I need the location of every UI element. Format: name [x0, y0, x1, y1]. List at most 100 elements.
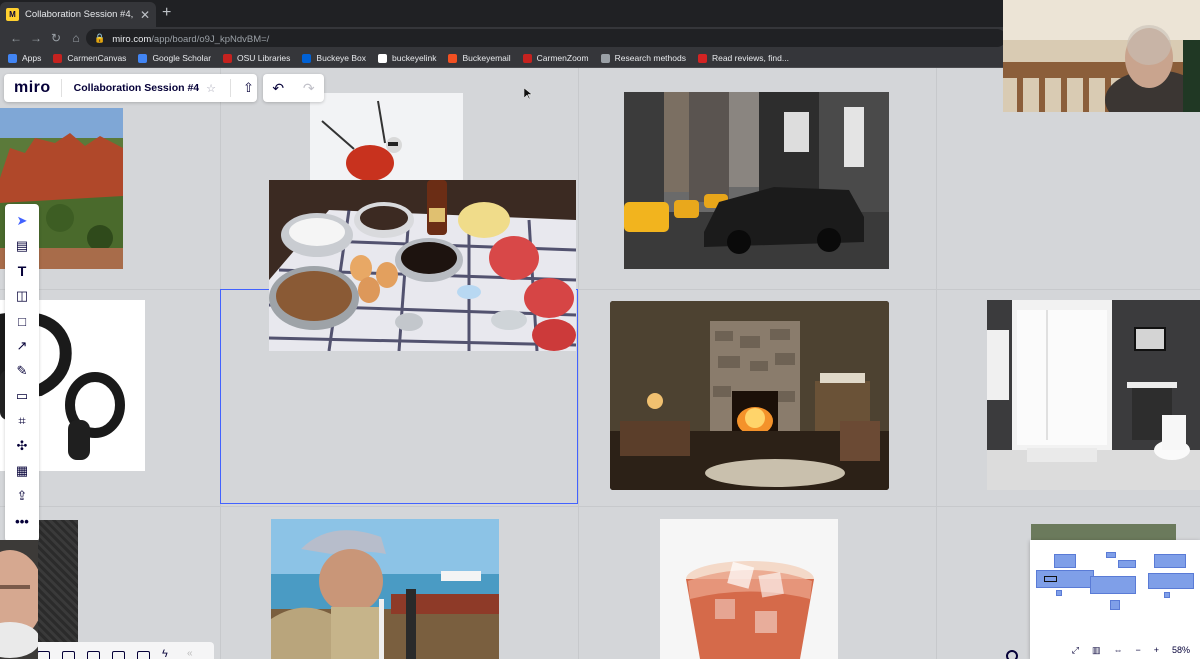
bookmark-favicon-icon	[378, 53, 388, 63]
url-field[interactable]: 🔒 miro.com/app/board/o9J_kpNdvBM=/	[86, 29, 1006, 47]
webcam-participant-top	[1003, 0, 1200, 112]
zoom-out-icon[interactable]: −	[1135, 645, 1140, 655]
bookmark-favicon-icon	[600, 53, 610, 63]
minimap-frame	[1110, 600, 1120, 610]
webcam-participant-left	[0, 540, 38, 659]
dark-texture-photo[interactable]	[38, 520, 78, 659]
fit-screen-icon[interactable]: ⤢	[1072, 645, 1079, 656]
undo-icon[interactable]: ↶	[272, 80, 284, 97]
new-tab-icon[interactable]: +	[162, 4, 171, 22]
bookmark-label: OSU Libraries	[237, 53, 291, 63]
forward-arrow-icon[interactable]: →	[26, 31, 46, 45]
select-cursor-icon[interactable]: ➤	[5, 210, 39, 232]
table-icon[interactable]: ▦	[5, 460, 39, 482]
kanban-icon[interactable]	[112, 651, 125, 659]
notes-icon[interactable]	[62, 651, 75, 659]
bookmark-favicon-icon	[448, 53, 458, 63]
pen-icon[interactable]: ✎	[5, 360, 39, 382]
bookmark-favicon-icon	[697, 53, 707, 63]
help-icon[interactable]	[1006, 650, 1018, 659]
minimap-frame	[1164, 592, 1170, 598]
comment-icon[interactable]: ▭	[5, 385, 39, 407]
frame-icon[interactable]: ⌗	[5, 410, 39, 432]
old-man-boat-photo[interactable]	[271, 519, 499, 659]
text-icon[interactable]: T	[5, 260, 39, 282]
star-icon[interactable]: ☆	[206, 82, 216, 95]
minimap[interactable]: ⤢ ▥ ⇔ − + 58%	[1030, 540, 1200, 659]
partial-photo[interactable]	[1031, 524, 1176, 540]
minimap-frame	[1154, 554, 1186, 568]
bookmark-item[interactable]: buckeyelink	[378, 53, 436, 63]
bathroom-shower-photo[interactable]	[987, 300, 1200, 490]
bookmark-item[interactable]: OSU Libraries	[223, 53, 290, 63]
back-arrow-icon[interactable]: ←	[6, 31, 26, 45]
baking-ingredients-photo[interactable]	[269, 180, 576, 351]
home-icon[interactable]: ⌂	[66, 31, 86, 45]
bookmark-item[interactable]: Apps	[8, 53, 41, 63]
lightning-icon[interactable]: ϟ	[162, 648, 175, 659]
tab-title: Collaboration Session #4, Onli	[25, 9, 134, 20]
bookmark-favicon-icon	[223, 53, 233, 63]
shape-icon[interactable]: □	[5, 310, 39, 332]
screen: M Collaboration Session #4, Onli ✕ + ← →…	[0, 0, 1200, 659]
url-path: /app/board/o9J_kpNdvBM=/	[151, 34, 270, 45]
minimap-frame	[1054, 554, 1076, 568]
bookmark-item[interactable]: Research methods	[600, 53, 686, 63]
frame-divider	[578, 68, 579, 659]
map-icon[interactable]: ▥	[1092, 645, 1101, 656]
minimap-frame	[1106, 552, 1116, 558]
minimap-viewport	[1044, 576, 1057, 582]
zoom-in-icon[interactable]: +	[1154, 645, 1159, 655]
connection-line-icon[interactable]: ↗	[5, 335, 39, 357]
export-icon[interactable]: ⇧	[230, 79, 254, 97]
zoom-level[interactable]: 58%	[1172, 645, 1190, 655]
bookmark-item[interactable]: CarmenZoom	[522, 53, 589, 63]
bookmark-label: Apps	[22, 53, 42, 63]
fireplace-living-room-photo[interactable]	[610, 301, 889, 490]
skier-photo[interactable]	[310, 93, 463, 183]
collapse-icon[interactable]: «	[187, 648, 193, 659]
tab-close-icon[interactable]: ✕	[140, 8, 150, 22]
bookmark-label: Buckeyemail	[462, 53, 511, 63]
bookmark-favicon-icon	[53, 53, 63, 63]
templates-icon[interactable]: ▤	[5, 235, 39, 257]
bookmark-label: CarmenCanvas	[67, 53, 127, 63]
fit-width-icon[interactable]: ⇔	[1113, 645, 1122, 655]
bookmark-item[interactable]: Read reviews, find...	[697, 53, 789, 63]
browser-tab[interactable]: M Collaboration Session #4, Onli ✕	[0, 2, 156, 27]
undo-redo-panel: ↶ ↷	[263, 74, 324, 102]
bookmark-label: Google Scholar	[152, 53, 212, 63]
iced-drink-photo[interactable]	[660, 519, 838, 659]
bookmark-favicon-icon	[522, 53, 532, 63]
bookmark-label: Buckeye Box	[316, 53, 367, 63]
minimap-frame	[1148, 573, 1194, 589]
miro-logo[interactable]: miro	[4, 79, 62, 97]
bookmark-item[interactable]: Google Scholar	[138, 53, 211, 63]
minimap-frame	[1118, 560, 1136, 568]
miro-board-canvas[interactable]: miro Collaboration Session #4 ☆ ⇧ ↶ ↷ ➤ …	[0, 68, 1200, 659]
bookmark-item[interactable]: Buckeyemail	[448, 53, 511, 63]
city-street-photo[interactable]	[624, 92, 889, 269]
bookmark-favicon-icon	[302, 53, 312, 63]
upload-icon[interactable]: ⇪	[5, 485, 39, 507]
bookmark-label: Research methods	[614, 53, 686, 63]
bookmark-label: Read reviews, find...	[711, 53, 789, 63]
more-tools-icon[interactable]: •••	[5, 510, 39, 532]
reload-icon[interactable]: ↻	[46, 31, 66, 45]
bookmark-favicon-icon	[8, 53, 17, 63]
timer-icon[interactable]	[37, 651, 50, 659]
sticky-note-icon[interactable]: ◫	[5, 285, 39, 307]
board-title[interactable]: Collaboration Session #4	[62, 82, 199, 94]
share-screen-icon[interactable]	[137, 651, 150, 659]
bookmark-item[interactable]: CarmenCanvas	[53, 53, 126, 63]
redo-icon[interactable]: ↷	[303, 80, 315, 97]
frame-divider	[0, 506, 1200, 507]
bookmark-item[interactable]: Buckeye Box	[302, 53, 366, 63]
miro-favicon-icon: M	[6, 8, 19, 21]
mind-map-icon[interactable]: ✣	[5, 435, 39, 457]
bookmark-favicon-icon	[138, 53, 148, 63]
bookmark-label: buckeyelink	[392, 53, 437, 63]
minimap-frame	[1056, 590, 1062, 596]
cards-icon[interactable]	[87, 651, 100, 659]
frame-divider	[936, 68, 937, 659]
